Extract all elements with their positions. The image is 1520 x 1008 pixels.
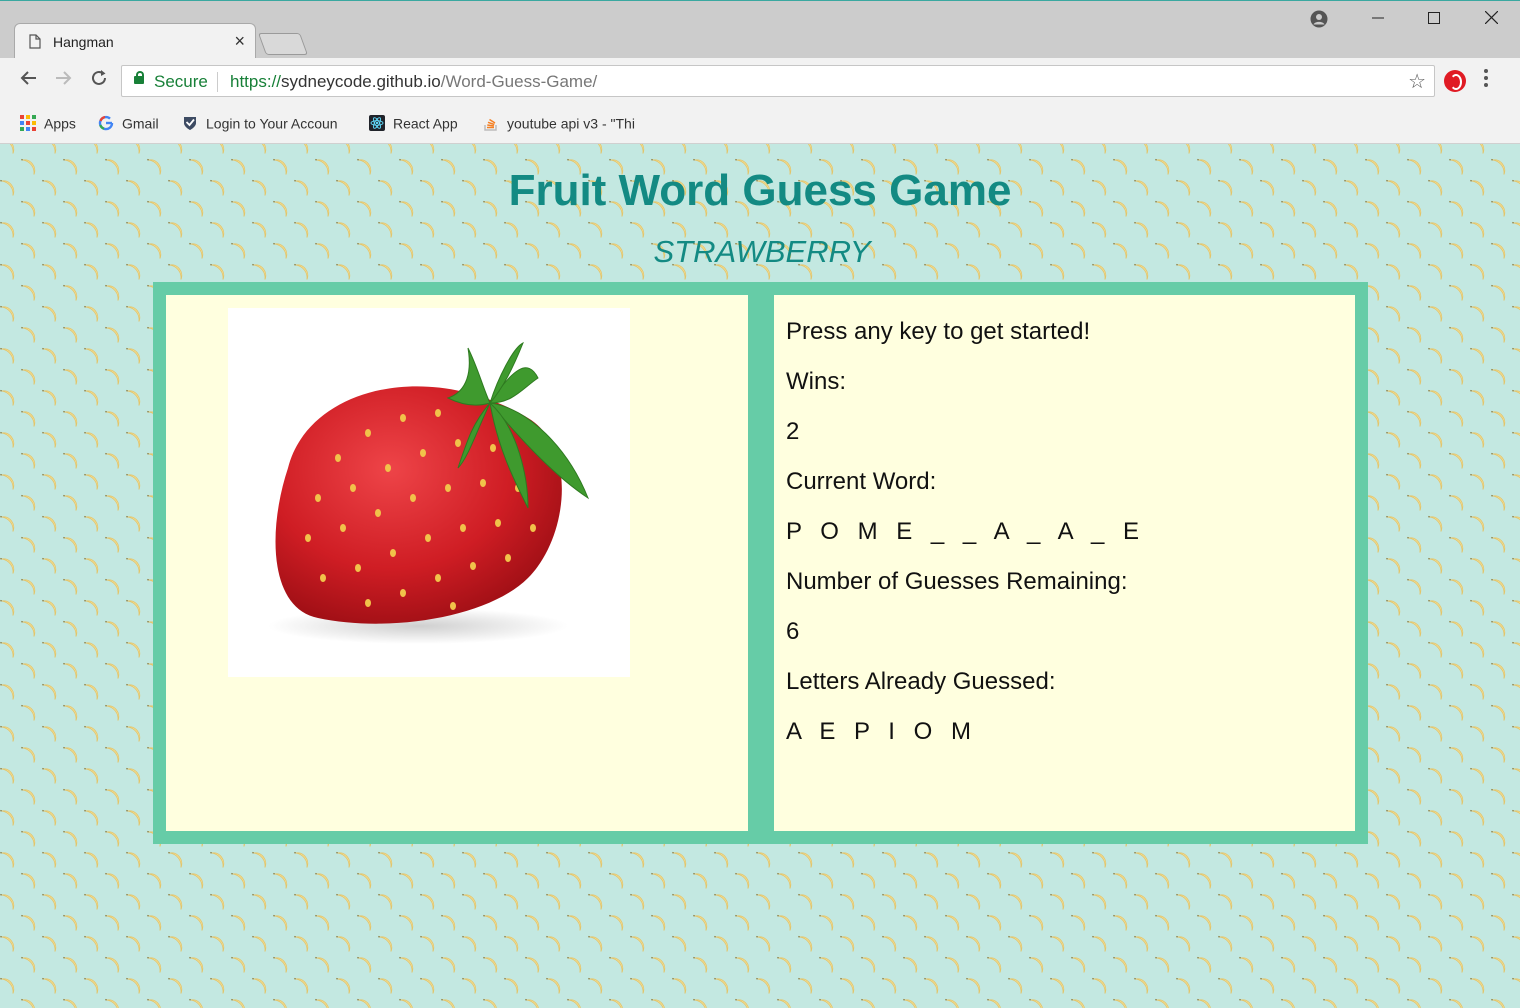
current-word-label: Current Word: <box>786 468 937 495</box>
lock-icon <box>134 71 144 84</box>
letters-guessed-label: Letters Already Guessed: <box>786 668 1056 695</box>
back-arrow-icon[interactable] <box>16 68 42 94</box>
bookmarks-bar: Apps Gmail Login to Your Accoun React Ap… <box>0 104 1520 144</box>
secure-label: Secure <box>154 72 208 91</box>
bookmark-apps[interactable]: Apps <box>20 112 76 132</box>
new-tab-button[interactable] <box>257 33 309 55</box>
react-icon <box>369 115 385 132</box>
shield-check-icon <box>184 117 196 131</box>
apps-grid-icon <box>20 115 36 132</box>
reload-icon[interactable] <box>86 68 112 94</box>
page-viewport: Fruit Word Guess Game STRAWBERRY Press a… <box>0 144 1520 1008</box>
bookmark-label: Apps <box>44 115 76 132</box>
address-separator <box>217 72 218 92</box>
bookmark-label: Login to Your Accoun <box>206 115 338 132</box>
stack-overflow-icon <box>484 119 497 132</box>
letters-guessed: A E P I O M <box>786 718 977 745</box>
bookmark-label: Gmail <box>122 115 159 132</box>
start-prompt: Press any key to get started! <box>786 318 1091 345</box>
strawberry-image <box>228 308 630 677</box>
extension-icon[interactable] <box>1444 70 1466 92</box>
bookmark-react-app[interactable]: React App <box>369 112 458 132</box>
image-panel <box>166 295 748 831</box>
guesses-remaining-count: 6 <box>786 618 800 645</box>
bookmark-label: youtube api v3 - "Thi <box>507 115 635 132</box>
wins-label: Wins: <box>786 368 846 395</box>
bookmark-login[interactable]: Login to Your Accoun <box>182 112 354 132</box>
guesses-remaining-label: Number of Guesses Remaining: <box>786 568 1128 595</box>
browser-toolbar: Secure https://sydneycode.github.io/Word… <box>0 58 1520 104</box>
bookmark-label: React App <box>393 115 458 132</box>
current-word: P O M E _ _ A _ A _ E <box>786 518 1146 545</box>
url-scheme: https:// <box>230 72 282 91</box>
minimize-icon[interactable] <box>1364 9 1392 31</box>
tab-close-icon[interactable]: × <box>234 31 245 51</box>
status-panel: Press any key to get started! Wins: 2 Cu… <box>774 295 1355 831</box>
bookmark-youtube-api[interactable]: youtube api v3 - "Thi <box>483 112 653 132</box>
url-host: sydneycode.github.io <box>281 72 441 91</box>
game-info: Press any key to get started! Wins: 2 Cu… <box>786 317 1145 767</box>
url-path: /Word-Guess-Game/ <box>440 72 598 91</box>
bookmark-star-icon[interactable]: ☆ <box>1408 69 1426 94</box>
profile-icon[interactable] <box>1310 10 1328 28</box>
maximize-icon[interactable] <box>1420 9 1448 31</box>
browser-titlebar: Hangman × <box>0 0 1520 61</box>
forward-arrow-icon[interactable] <box>50 68 76 94</box>
bookmark-gmail[interactable]: Gmail <box>98 112 159 132</box>
fruit-name: STRAWBERRY <box>653 234 871 269</box>
url-text[interactable]: https://sydneycode.github.io/Word-Guess-… <box>230 72 597 92</box>
google-icon <box>98 116 114 131</box>
browser-tab[interactable]: Hangman × <box>14 23 256 61</box>
close-window-icon[interactable] <box>1477 9 1505 31</box>
tab-title: Hangman <box>53 34 114 50</box>
page-title: Fruit Word Guess Game <box>508 166 1012 215</box>
document-icon <box>29 34 41 49</box>
kebab-menu-icon[interactable] <box>1484 68 1488 94</box>
game-frame: Press any key to get started! Wins: 2 Cu… <box>153 282 1368 844</box>
wins-count: 2 <box>786 418 800 445</box>
address-bar[interactable]: Secure https://sydneycode.github.io/Word… <box>121 65 1435 97</box>
